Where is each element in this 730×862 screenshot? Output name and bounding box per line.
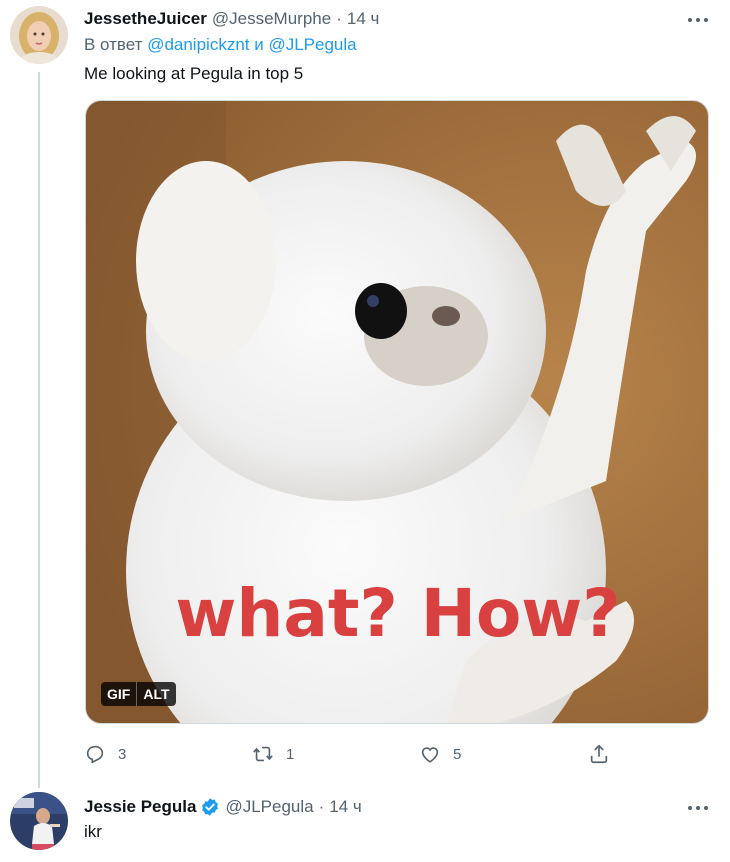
like-count: 5: [453, 745, 462, 763]
author-handle[interactable]: @JLPegula: [225, 797, 313, 817]
tweet-header: Jessie Pegula @JLPegula · 14 ч: [84, 796, 690, 818]
tweet-time[interactable]: 14 ч: [347, 9, 380, 29]
tweet-1[interactable]: JessetheJuicer @JesseMurphe · 14 ч В отв…: [0, 0, 730, 788]
share-button[interactable]: [588, 740, 610, 768]
tweet-gif[interactable]: what? How? GIF ALT: [85, 100, 709, 724]
mention-jlpegula[interactable]: @JLPegula: [268, 35, 356, 54]
separator-dot: ·: [336, 9, 342, 28]
author-handle[interactable]: @JesseMurphe: [212, 9, 331, 29]
tweet-time[interactable]: 14 ч: [329, 797, 362, 817]
tweet-2[interactable]: Jessie Pegula @JLPegula · 14 ч ikr: [0, 780, 730, 862]
verified-icon: [200, 797, 220, 817]
tweet-text: Me looking at Pegula in top 5: [84, 64, 304, 83]
more-icon[interactable]: [686, 800, 710, 816]
retweet-button[interactable]: 1: [252, 740, 294, 768]
retweet-count: 1: [286, 745, 295, 763]
reply-icon: [86, 745, 104, 764]
avatar-jessiepegula[interactable]: [10, 792, 68, 850]
separator-dot: ·: [318, 797, 325, 816]
retweet-icon: [253, 746, 273, 762]
gif-caption: what? How?: [175, 575, 620, 652]
tweet-header: JessetheJuicer @JesseMurphe · 14 ч: [84, 8, 690, 30]
more-icon[interactable]: [686, 12, 710, 28]
reply-button[interactable]: 3: [84, 740, 126, 768]
reply-prefix: В ответ: [84, 35, 143, 54]
author-name[interactable]: JessetheJuicer: [84, 9, 207, 29]
avatar-jessethejuicer[interactable]: [10, 6, 68, 64]
reply-context: В ответ @danipickznt и @JLPegula: [84, 35, 357, 55]
gif-image: what? How?: [86, 101, 708, 723]
mention-joiner: и: [254, 35, 264, 54]
like-button[interactable]: 5: [419, 740, 461, 768]
mention-danipickznt[interactable]: @danipickznt: [147, 35, 249, 54]
gif-badge: GIF: [101, 682, 137, 706]
share-icon: [590, 744, 608, 764]
tweet-actions: 3 1 5: [84, 740, 624, 768]
tweet-text: ikr: [84, 822, 102, 841]
thread-line: [38, 72, 40, 788]
reply-count: 3: [118, 745, 127, 763]
like-icon: [421, 747, 439, 763]
alt-badge[interactable]: ALT: [136, 682, 176, 706]
author-name[interactable]: Jessie Pegula: [84, 797, 196, 817]
media-badges: GIF ALT: [101, 682, 176, 706]
